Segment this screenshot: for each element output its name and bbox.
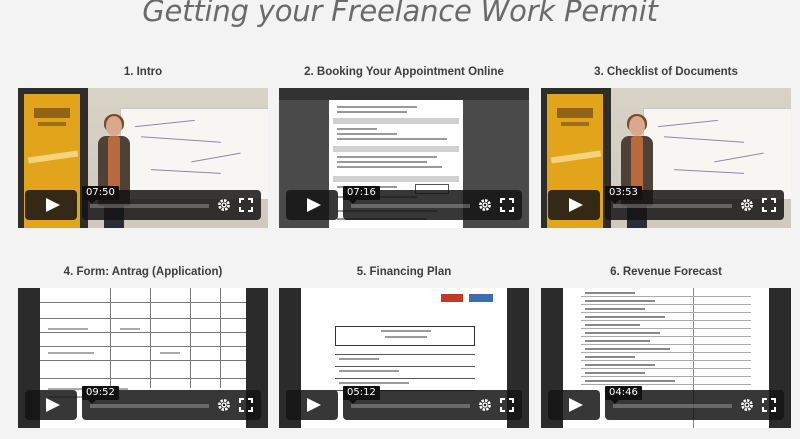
play-button[interactable] <box>25 190 77 220</box>
play-button[interactable] <box>286 190 338 220</box>
play-button[interactable] <box>25 390 77 420</box>
duration-badge: 07:50 <box>82 186 119 204</box>
duration-badge: 03:53 <box>605 186 642 204</box>
play-icon <box>46 198 60 212</box>
gear-icon[interactable] <box>478 398 492 412</box>
progress-track[interactable] <box>90 404 209 408</box>
video-title: 5. Financing Plan <box>356 266 452 278</box>
duration-badge: 04:46 <box>605 386 642 404</box>
progress-track[interactable] <box>90 204 209 208</box>
video-player[interactable]: 07:50 <box>18 88 268 228</box>
gear-icon[interactable] <box>217 198 231 212</box>
video-title: 3. Checklist of Documents <box>594 66 738 78</box>
page-title: Getting your Freelance Work Permit <box>142 0 658 28</box>
duration-badge: 09:52 <box>82 386 119 404</box>
progress-track[interactable] <box>613 204 732 208</box>
progress-track[interactable] <box>351 404 470 408</box>
fullscreen-icon[interactable] <box>500 198 514 212</box>
play-button[interactable] <box>548 190 600 220</box>
play-button[interactable] <box>548 390 600 420</box>
video-player[interactable]: 07:16 <box>279 88 529 228</box>
video-player[interactable]: 04:46 <box>541 288 791 428</box>
gear-icon[interactable] <box>740 198 754 212</box>
gear-icon[interactable] <box>217 398 231 412</box>
video-player[interactable]: 05:12 <box>279 288 529 428</box>
gear-icon[interactable] <box>740 398 754 412</box>
play-icon <box>307 398 321 412</box>
play-icon <box>46 398 60 412</box>
fullscreen-icon[interactable] <box>239 398 253 412</box>
video-title: 2. Booking Your Appointment Online <box>304 66 504 78</box>
fullscreen-icon[interactable] <box>762 398 776 412</box>
fullscreen-icon[interactable] <box>762 198 776 212</box>
duration-badge: 05:12 <box>343 386 380 404</box>
video-title: 4. Form: Antrag (Application) <box>63 266 223 278</box>
video-title: 6. Revenue Forecast <box>610 266 722 278</box>
progress-track[interactable] <box>351 204 470 208</box>
duration-badge: 07:16 <box>343 186 380 204</box>
video-title: 1. Intro <box>123 66 163 78</box>
fullscreen-icon[interactable] <box>500 398 514 412</box>
video-player[interactable]: 03:53 <box>541 88 791 228</box>
gear-icon[interactable] <box>478 198 492 212</box>
play-icon <box>569 398 583 412</box>
play-icon <box>569 198 583 212</box>
play-icon <box>307 198 321 212</box>
play-button[interactable] <box>286 390 338 420</box>
video-player[interactable]: 09:52 <box>18 288 268 428</box>
fullscreen-icon[interactable] <box>239 198 253 212</box>
progress-track[interactable] <box>613 404 732 408</box>
